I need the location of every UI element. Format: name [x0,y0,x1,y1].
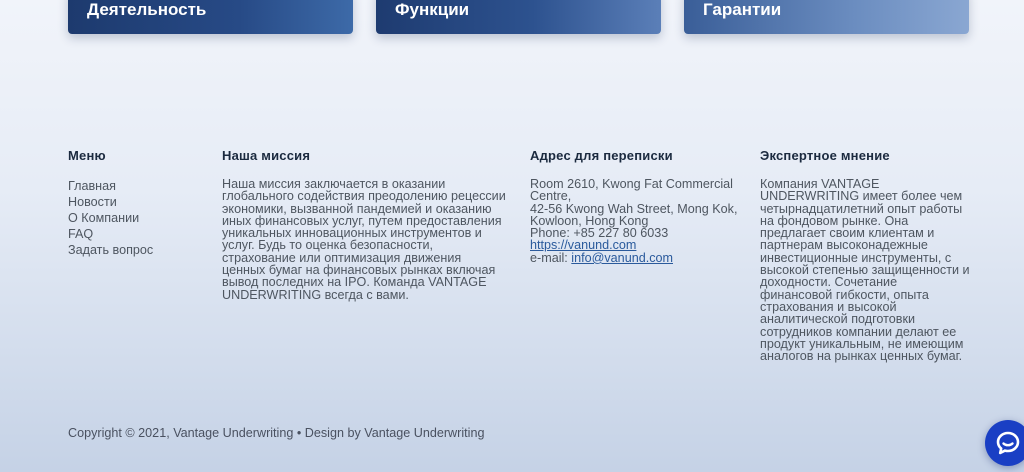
menu-item-about[interactable]: О Компании [68,210,208,226]
footer-expert: Экспертное мнение Компания VANTAGE UNDER… [760,148,970,362]
address-heading: Адрес для переписки [530,148,673,163]
card-activity[interactable]: Деятельность [68,0,353,34]
card-title: Функции [395,0,470,19]
footer-mission: Наша миссия Наша миссия заключается в ок… [222,148,507,301]
feature-cards: Деятельность Функции Гарантии [0,0,1024,40]
expert-heading: Экспертное мнение [760,148,890,163]
card-functions[interactable]: Функции [376,0,661,34]
mission-heading: Наша миссия [222,148,311,163]
footer-menu: Меню Главная Новости О Компании FAQ Зада… [68,148,208,258]
chat-bubble-icon [996,431,1020,455]
menu-heading: Меню [68,148,106,163]
copyright: Copyright © 2021, Vantage Underwriting •… [68,426,485,440]
menu-item-ask-question[interactable]: Задать вопрос [68,242,208,258]
card-title: Деятельность [87,0,207,19]
menu-item-home[interactable]: Главная [68,178,208,194]
card-title: Гарантии [703,0,782,19]
menu-item-faq[interactable]: FAQ [68,226,208,242]
email-label: e-mail: [530,250,568,265]
expert-text: Компания VANTAGE UNDERWRITING имеет боле… [760,177,970,364]
menu-list: Главная Новости О Компании FAQ Задать во… [68,178,208,258]
address-line-1: Room 2610, Kwong Fat Commercial Centre, [530,177,733,204]
site-footer: Меню Главная Новости О Компании FAQ Зада… [68,148,970,408]
footer-address: Адрес для переписки Room 2610, Kwong Fat… [530,148,740,264]
email-link[interactable]: info@vanund.com [571,251,673,265]
address-line-2: 42-56 Kwong Wah Street, Mong Kok, Kowloo… [530,201,738,228]
menu-item-news[interactable]: Новости [68,194,208,210]
address-email-row: e-mail: info@vanund.com [530,250,740,265]
card-guarantees[interactable]: Гарантии [684,0,969,34]
mission-text: Наша миссия заключается в оказании глоба… [222,177,506,302]
chat-button[interactable] [985,420,1024,466]
